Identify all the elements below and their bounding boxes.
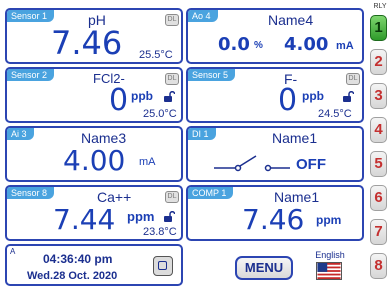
reading-value: 7.46	[51, 24, 123, 62]
reading-unit: ppb	[131, 89, 153, 103]
datalog-icon[interactable]: DL	[165, 191, 179, 203]
tile-tab: Sensor 1	[7, 10, 55, 22]
tile-comp-1[interactable]: COMP 1 Name1 7.46 ppm	[186, 185, 364, 241]
reading-value: 7.44	[53, 203, 116, 236]
clock-date: Wed.28 Oct. 2020	[27, 270, 118, 282]
tile-tab: Ao 4	[188, 10, 218, 22]
reading-unit: mA	[336, 40, 354, 52]
reading-unit: ppb	[302, 89, 324, 103]
relay-3-button[interactable]: 3	[370, 83, 387, 109]
us-flag-icon[interactable]	[316, 262, 342, 280]
relay-2-button[interactable]: 2	[370, 49, 387, 75]
relay-6-button[interactable]: 6	[370, 185, 387, 211]
tile-tab: Sensor 8	[7, 187, 55, 199]
reading-value: 0	[278, 83, 298, 118]
relay-1-button[interactable]: 1	[370, 15, 387, 41]
tile-sensor-2[interactable]: Sensor 2 FCl2- DL 0 ppb 25.0°C	[5, 67, 183, 123]
reading-unit: ppm	[127, 209, 155, 224]
relay-5-button[interactable]: 5	[370, 151, 387, 177]
reading-value: 4.00	[63, 144, 126, 177]
channel-name: Name4	[268, 12, 314, 28]
datalog-icon[interactable]: DL	[165, 14, 179, 26]
temperature: 25.0°C	[143, 108, 177, 120]
relay-column-title: RLY	[373, 3, 387, 10]
tile-sensor-1[interactable]: Sensor 1 pH DL 7.46 25.5°C	[5, 8, 183, 64]
switch-state: OFF	[296, 156, 326, 173]
temperature: 24.5°C	[318, 108, 352, 120]
switch-open-icon	[214, 155, 290, 172]
tile-sensor-8[interactable]: Sensor 8 Ca++ DL 7.44 ppm 23.8°C	[5, 185, 183, 241]
tile-ao-4[interactable]: Ao 4 Name4 0.0 % 4.00 mA	[186, 8, 364, 64]
tile-ai-3[interactable]: Ai 3 Name3 4.00 mA	[5, 126, 183, 182]
relay-8-button[interactable]: 8	[370, 253, 387, 279]
relay-4-button[interactable]: 4	[370, 117, 387, 143]
reading-value: 4.00	[284, 34, 329, 55]
reading-value: 0	[109, 83, 129, 118]
relay-7-button[interactable]: 7	[370, 219, 387, 245]
tile-di-1[interactable]: DI 1 Name1 OFF	[186, 126, 364, 182]
controller-screen: Sensor 1 pH DL 7.46 25.5°C Ao 4 Name4 0.…	[0, 0, 392, 295]
tile-tab: Ai 3	[7, 128, 34, 140]
tile-tab: DI 1	[188, 128, 216, 140]
unlock-icon	[164, 211, 175, 222]
reading-value: 7.46	[242, 203, 305, 236]
tile-tab: Sensor 5	[188, 69, 236, 81]
percent-unit: %	[254, 40, 263, 51]
channel-name: Name1	[272, 130, 318, 146]
clock-corner-label: A	[10, 247, 16, 256]
percent-value: 0.0	[218, 34, 250, 55]
reading-unit: ppm	[316, 213, 342, 227]
clock-panel[interactable]: A 04:36:40 pm Wed.28 Oct. 2020	[5, 244, 183, 286]
reading-unit: mA	[139, 156, 156, 168]
tile-tab: COMP 1	[188, 187, 234, 199]
tile-tab: Sensor 2	[7, 69, 55, 81]
clock-time: 04:36:40 pm	[43, 252, 113, 266]
menu-button[interactable]: MENU	[235, 256, 293, 280]
unlock-icon	[164, 91, 175, 102]
datalog-icon[interactable]: DL	[165, 73, 179, 85]
tile-sensor-5[interactable]: Sensor 5 F- DL 0 ppb 24.5°C	[186, 67, 364, 123]
stop-button-icon[interactable]	[153, 256, 173, 276]
datalog-icon[interactable]: DL	[346, 73, 360, 85]
temperature: 25.5°C	[139, 49, 173, 61]
language-label[interactable]: English	[310, 250, 350, 260]
temperature: 23.8°C	[143, 226, 177, 238]
unlock-icon	[343, 91, 354, 102]
